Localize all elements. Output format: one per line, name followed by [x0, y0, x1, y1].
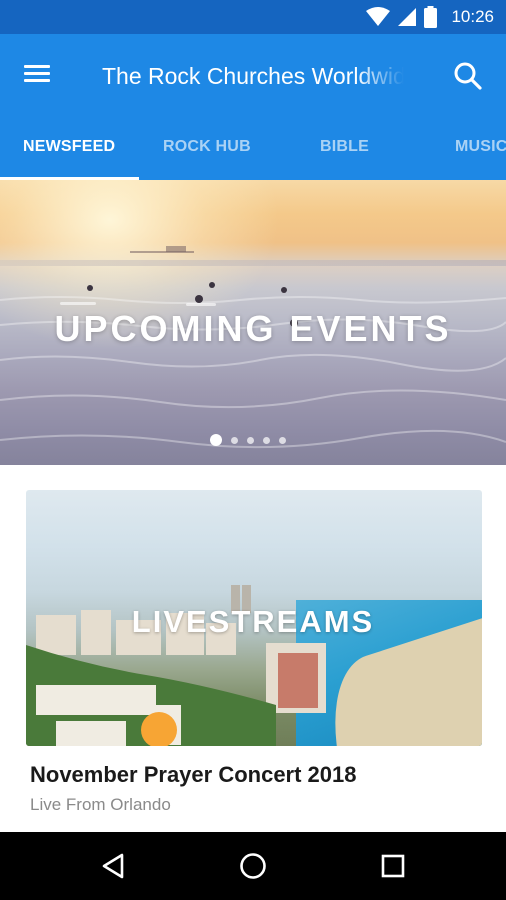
livestreams-label: LIVESTREAMS: [131, 604, 375, 639]
hero-title: UPCOMING EVENTS: [54, 308, 452, 349]
carousel-dot[interactable]: [279, 436, 286, 444]
event-title[interactable]: November Prayer Concert 2018: [30, 762, 357, 788]
recents-icon: [381, 854, 405, 878]
back-icon: [102, 853, 124, 879]
hero-pier: [130, 246, 194, 253]
carousel-dot[interactable]: [263, 436, 270, 444]
carousel-dot[interactable]: [231, 436, 238, 444]
menu-button[interactable]: [22, 61, 58, 91]
home-button[interactable]: [237, 850, 269, 882]
status-bar: 10:26: [0, 0, 506, 34]
carousel-dot[interactable]: [247, 436, 254, 444]
back-button[interactable]: [98, 850, 130, 882]
carousel-indicator: [210, 434, 286, 446]
status-time: 10:26: [451, 7, 494, 26]
home-icon: [240, 853, 266, 879]
cell-signal-icon: [398, 8, 417, 26]
carousel-dot[interactable]: [210, 434, 222, 446]
battery-icon: [424, 6, 438, 28]
event-subtitle: Live From Orlando: [30, 795, 171, 814]
hero-horizon: [0, 260, 506, 266]
search-icon: [454, 62, 482, 90]
tab-music[interactable]: MUSIC: [455, 116, 506, 180]
recents-button[interactable]: [377, 850, 409, 882]
tab-newsfeed[interactable]: NEWSFEED: [23, 116, 115, 180]
tab-bar: NEWSFEED ROCK HUB BIBLE MUSIC: [0, 116, 506, 180]
wifi-icon: [366, 7, 391, 26]
app-title: The Rock Churches Worldwide: [102, 63, 404, 89]
system-nav-bar: [0, 832, 506, 900]
menu-icon: [22, 65, 58, 82]
app-bar: The Rock Churches Worldwide: [0, 34, 506, 116]
tab-rock-hub[interactable]: ROCK HUB: [163, 116, 251, 180]
tab-bible[interactable]: BIBLE: [320, 116, 369, 180]
search-button[interactable]: [452, 60, 484, 92]
